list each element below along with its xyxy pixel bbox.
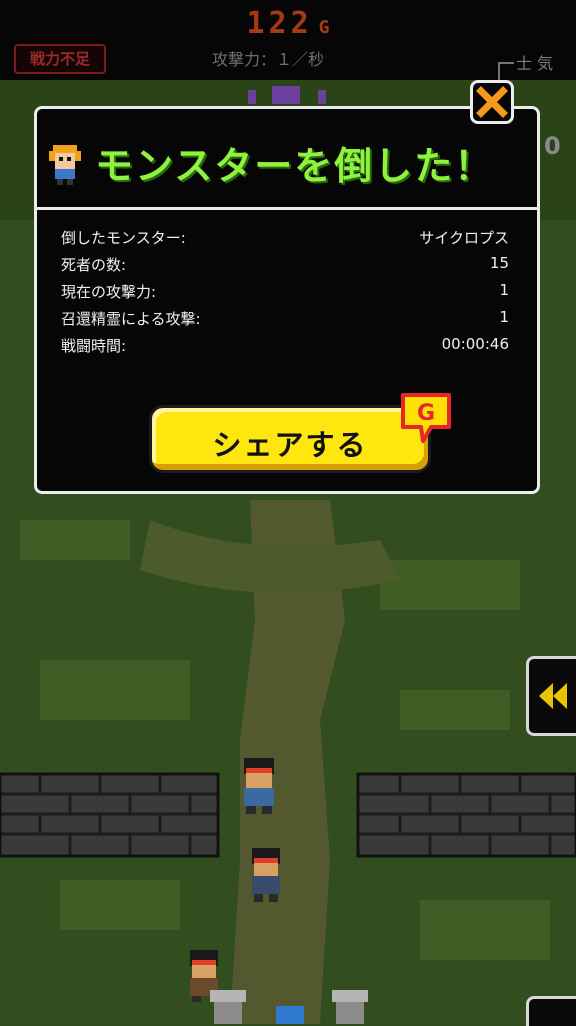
morale-value: 0 <box>544 132 561 160</box>
gold-counter: 122 G <box>0 6 576 41</box>
soldier-sprite <box>252 848 280 902</box>
gold-unit: G <box>318 17 330 38</box>
pillar <box>332 990 368 1024</box>
stat-value: 1 <box>499 281 509 299</box>
close-button[interactable] <box>470 80 514 124</box>
share-button[interactable]: シェアする <box>149 405 431 473</box>
pillar <box>210 990 246 1024</box>
stat-row-attack-power: 現在の攻撃力: 1 <box>61 281 509 308</box>
badge-letter: G <box>417 401 435 426</box>
attack-rate-text: 攻撃力：１／秒 <box>211 50 324 69</box>
stat-label: 召還精霊による攻撃: <box>61 310 201 328</box>
stat-row-defeated-monster: 倒したモンスター: サイクロプス <box>61 227 509 254</box>
stat-value: 00:00:46 <box>441 335 509 353</box>
stat-label: 死者の数: <box>61 256 127 274</box>
divider <box>37 207 537 210</box>
statue-helmet <box>276 1006 304 1024</box>
stat-label: 現在の攻撃力: <box>61 283 157 301</box>
stat-row-deaths: 死者の数: 15 <box>61 254 509 281</box>
gold-reward-badge-icon: G <box>401 393 451 443</box>
close-icon <box>476 86 508 118</box>
dialog-header: モンスターを倒した！ <box>37 109 537 207</box>
soldier-sprite <box>244 758 274 814</box>
monster-sprite <box>272 86 300 104</box>
rewind-button[interactable] <box>526 656 576 736</box>
stat-label: 倒したモンスター: <box>61 229 186 247</box>
monster-defeated-dialog: モンスターを倒した！ 倒したモンスター: サイクロプス 死者の数: 15 現在の… <box>34 106 540 494</box>
battle-stats: 倒したモンスター: サイクロプス 死者の数: 15 現在の攻撃力: 1 召還精霊… <box>61 227 509 362</box>
dialog-title: モンスターを倒した！ <box>95 144 495 188</box>
top-hud: 122 G 戦力不足 攻撃力：１／秒 <box>0 0 576 80</box>
stat-value: 15 <box>489 254 509 272</box>
stat-row-battle-time: 戦闘時間: 00:00:46 <box>61 335 509 362</box>
stone-wall-right <box>356 772 576 858</box>
rewind-icon <box>539 683 567 709</box>
share-button-label: シェアする <box>212 428 368 462</box>
stat-row-spirit-attack: 召還精霊による攻撃: 1 <box>61 308 509 335</box>
stone-wall-left <box>0 772 220 858</box>
gold-value: 122 <box>246 6 313 41</box>
morale-label: 士 気 <box>516 54 554 73</box>
stat-value: サイクロプス <box>419 229 509 247</box>
hero-portrait-icon <box>49 145 81 185</box>
stat-value: 1 <box>499 308 509 326</box>
stat-label: 戦闘時間: <box>61 337 127 355</box>
menu-button[interactable] <box>526 996 576 1026</box>
